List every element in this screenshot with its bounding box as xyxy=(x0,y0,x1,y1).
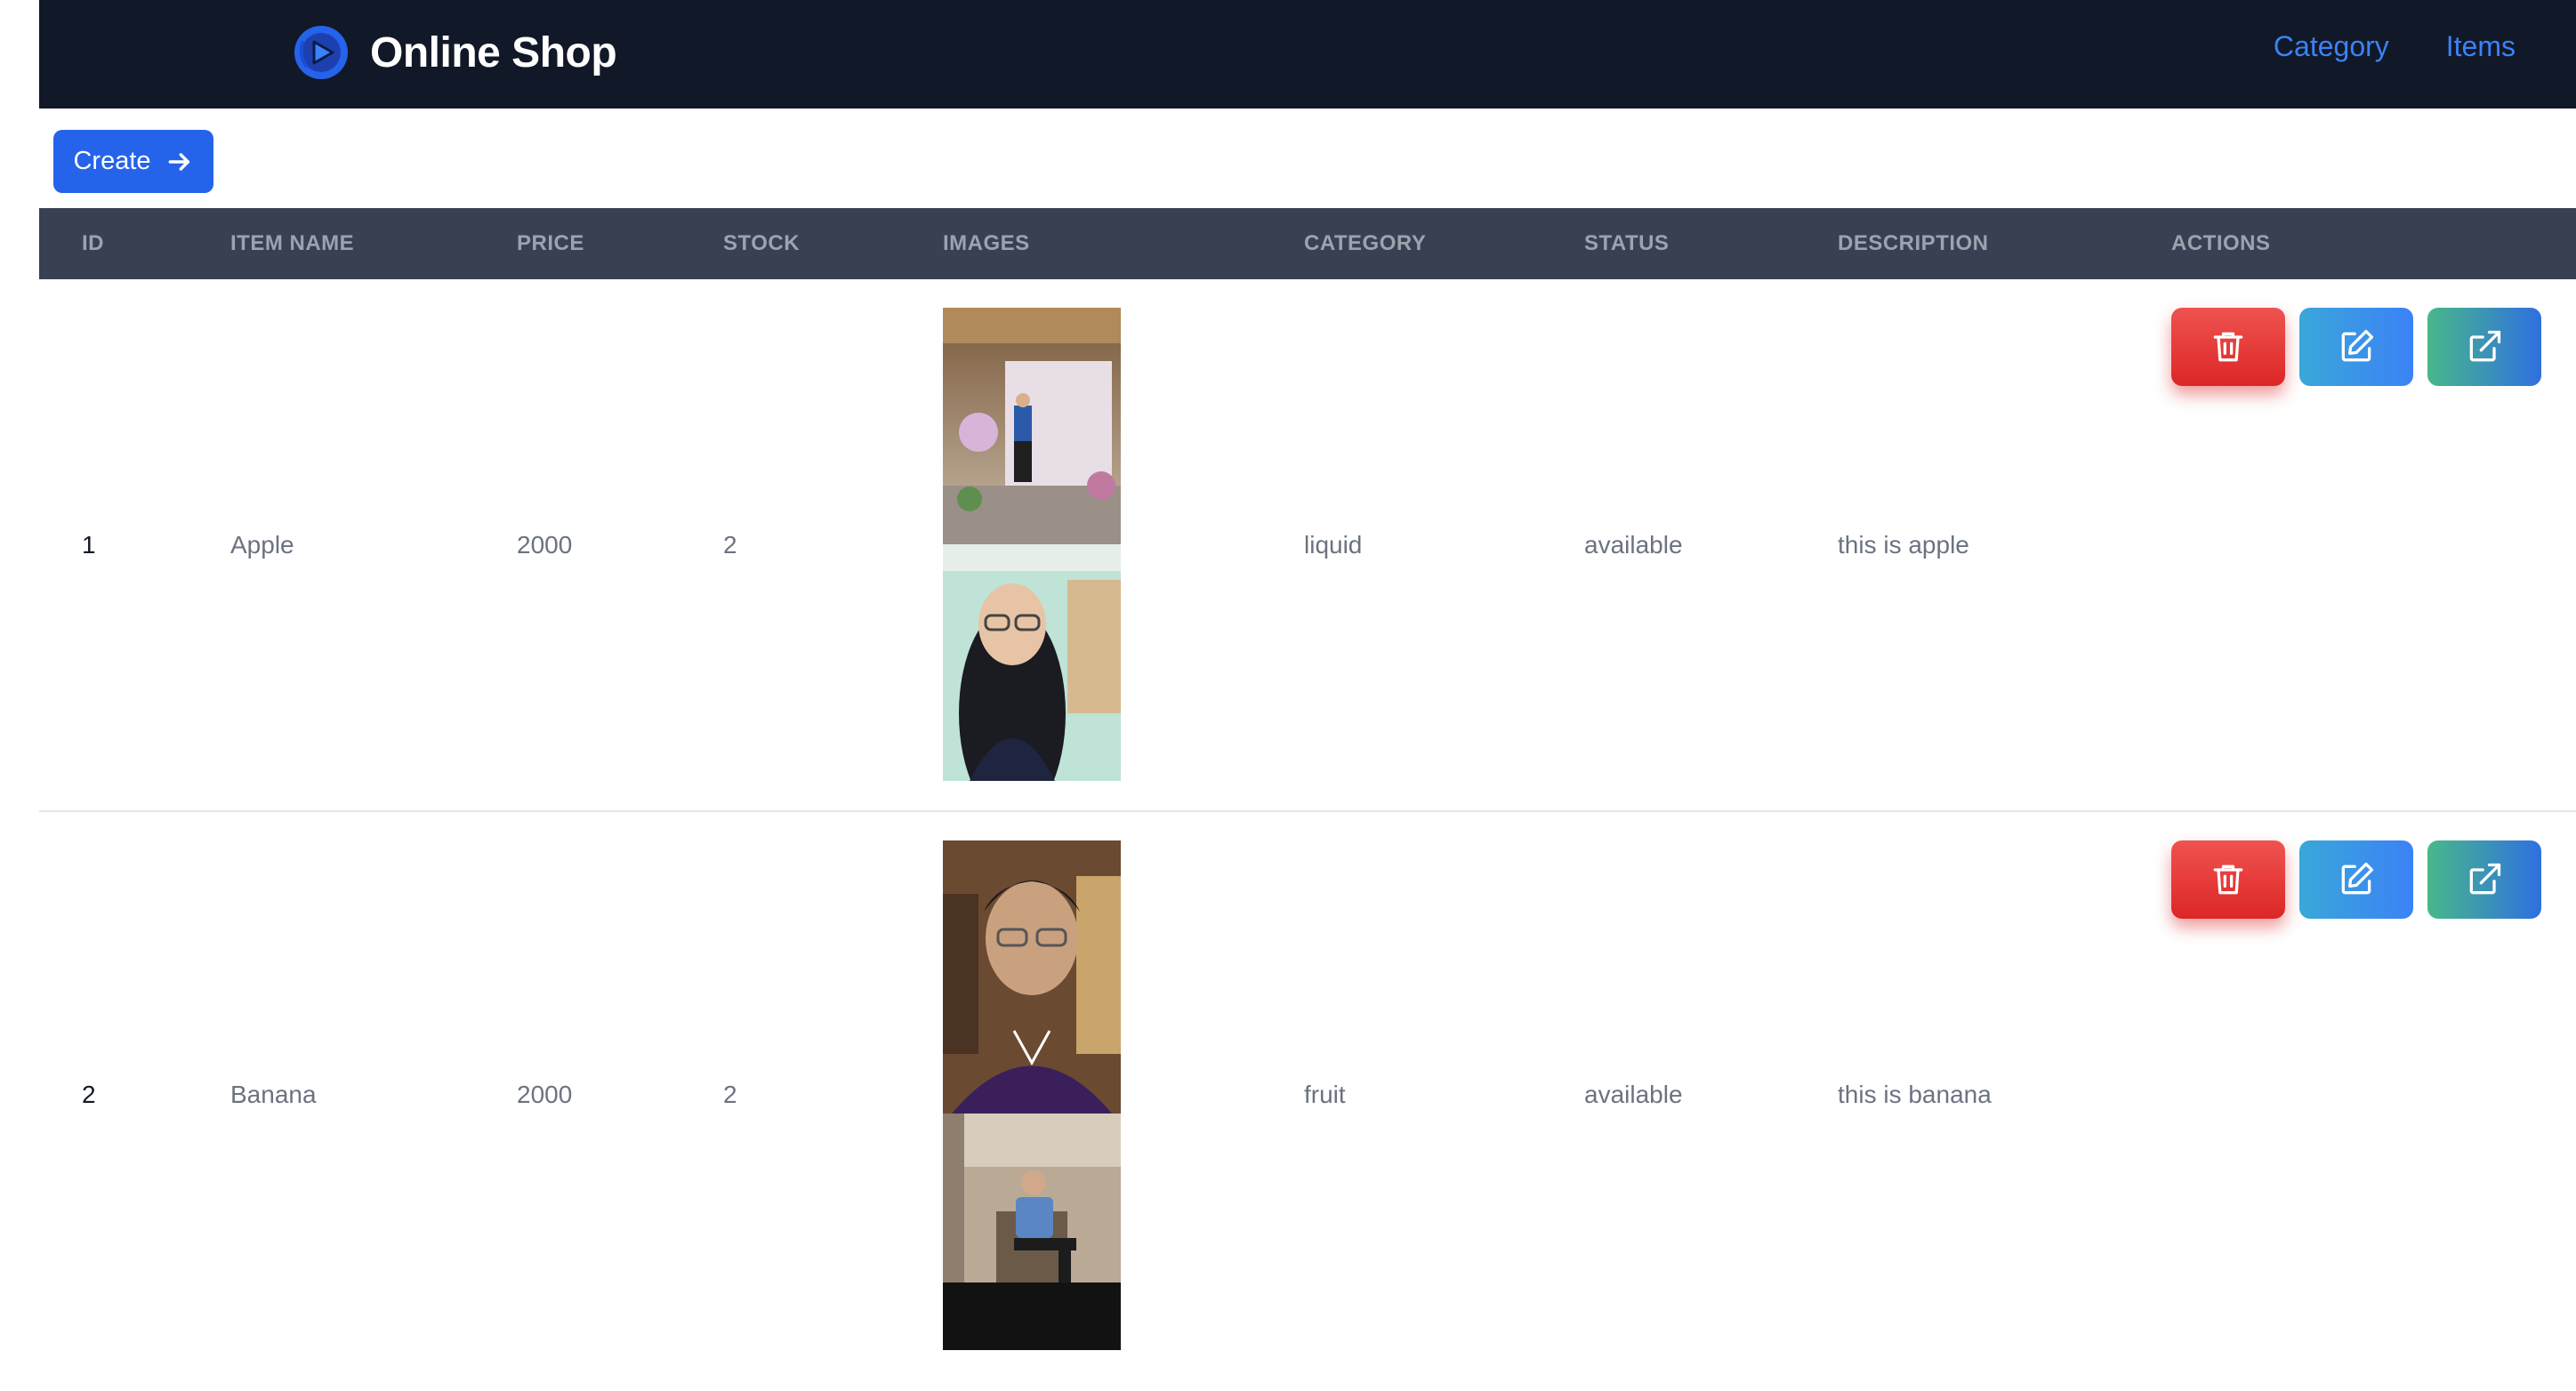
column-header-stock: STOCK xyxy=(723,231,801,255)
row-category: fruit xyxy=(1304,1081,1346,1108)
row-status: available xyxy=(1584,1081,1683,1108)
play-logo-icon xyxy=(294,26,348,79)
row-description: this is banana xyxy=(1838,1081,1992,1108)
row-item-name: Banana xyxy=(230,1081,317,1108)
item-photo xyxy=(943,544,1121,781)
row-description: this is apple xyxy=(1838,531,1969,559)
external-link-icon xyxy=(2469,330,2501,362)
item-photo xyxy=(943,1114,1121,1350)
open-button[interactable] xyxy=(2427,308,2541,386)
edit-button[interactable] xyxy=(2299,840,2413,919)
nav-category-link[interactable]: Category xyxy=(2274,30,2389,63)
create-button-label: Create xyxy=(73,147,151,175)
row-stock: 2 xyxy=(723,1081,737,1108)
edit-icon xyxy=(2341,329,2374,362)
brand[interactable]: Online Shop xyxy=(294,23,617,82)
external-link-icon xyxy=(2469,863,2501,895)
item-photo xyxy=(943,840,1121,1114)
column-header-actions: ACTIONS xyxy=(2171,231,2271,255)
column-header-status: STATUS xyxy=(1584,231,1670,255)
row-id: 1 xyxy=(82,531,96,559)
nav-items-link[interactable]: Items xyxy=(2446,30,2516,63)
table-row: 2 Banana 2000 2 fruit available this is … xyxy=(39,812,2576,1391)
row-status: available xyxy=(1584,531,1683,559)
navbar: Online Shop Category Items xyxy=(39,0,2576,109)
row-price: 2000 xyxy=(517,531,573,559)
edit-button[interactable] xyxy=(2299,308,2413,386)
row-images xyxy=(943,308,1121,781)
delete-button[interactable] xyxy=(2171,840,2285,919)
item-photo xyxy=(943,308,1121,544)
row-images xyxy=(943,840,1121,1350)
column-header-price: PRICE xyxy=(517,231,584,255)
column-header-images: IMAGES xyxy=(943,231,1030,255)
row-category: liquid xyxy=(1304,531,1363,559)
open-button[interactable] xyxy=(2427,840,2541,919)
page-gutter xyxy=(0,0,39,1391)
row-item-name: Apple xyxy=(230,531,294,559)
app: Online Shop Category Items Create ID ITE… xyxy=(39,0,2576,1391)
delete-button[interactable] xyxy=(2171,308,2285,386)
table-row: 1 Apple 2000 2 liquid available this is … xyxy=(39,279,2576,812)
create-button[interactable]: Create xyxy=(53,130,213,193)
row-stock: 2 xyxy=(723,531,737,559)
trash-icon xyxy=(2213,864,2243,895)
column-header-id: ID xyxy=(82,231,104,255)
column-header-item-name: ITEM NAME xyxy=(230,231,355,255)
brand-name: Online Shop xyxy=(370,28,617,76)
trash-icon xyxy=(2213,332,2243,362)
nav-links: Category Items xyxy=(2274,30,2516,63)
edit-icon xyxy=(2341,862,2374,895)
table-header: ID ITEM NAME PRICE STOCK IMAGES CATEGORY… xyxy=(39,208,2576,279)
row-price: 2000 xyxy=(517,1081,573,1108)
arrow-right-icon xyxy=(168,152,189,171)
column-header-description: DESCRIPTION xyxy=(1838,231,1989,255)
row-id: 2 xyxy=(82,1081,96,1108)
column-header-category: CATEGORY xyxy=(1304,231,1427,255)
